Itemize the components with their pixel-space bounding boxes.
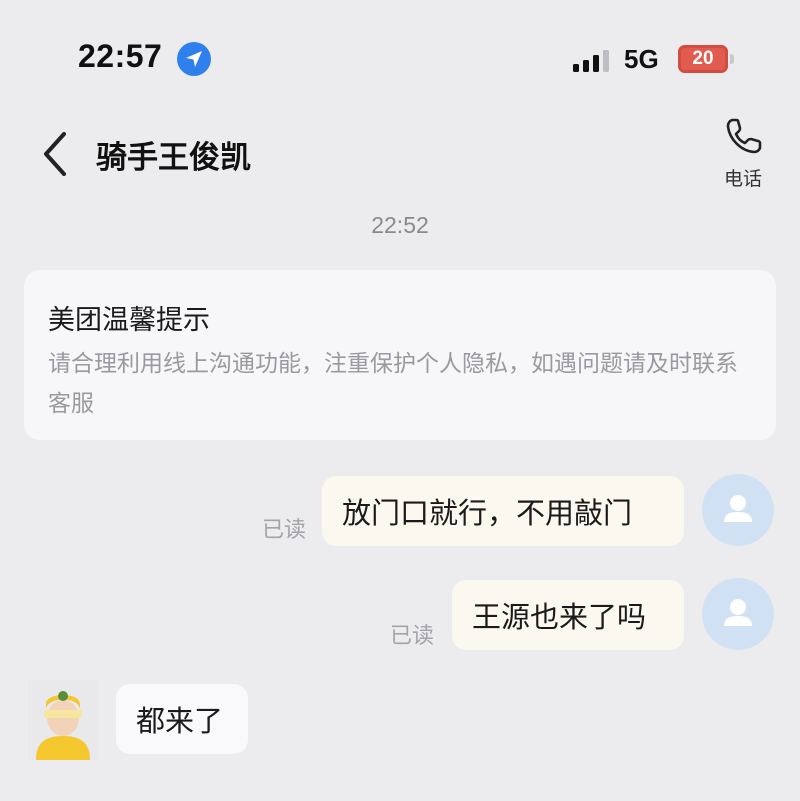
user-avatar-icon [724,599,752,626]
user-avatar-icon[interactable] [702,474,774,546]
battery-cap [730,54,734,64]
status-time: 22:57 [78,38,163,74]
signal-bars-icon [573,50,609,72]
call-button[interactable]: 电话 [712,114,774,194]
network-type: 5G [624,44,659,74]
tips-body: 请合理利用线上沟通功能，注重保护个人隐私，如遇问题请及时联系客服 [48,351,738,417]
call-label: 电话 [723,168,762,190]
user-avatar-icon[interactable] [702,578,774,650]
message-bubble-sent[interactable]: 王源也来了吗 [452,580,684,650]
status-bar: 22:57 5G 20 [0,0,800,110]
message-bubble-received[interactable]: 都来了 [116,684,248,754]
read-status: 已读 [390,624,435,649]
user-avatar-icon [724,495,752,522]
back-chevron-icon[interactable] [36,128,76,180]
page-title: 骑手王俊凯 [96,140,251,176]
message-bubble-sent[interactable]: 放门口就行，不用敲门 [322,476,684,546]
phone-icon [726,118,762,154]
location-arrow-icon [177,42,211,76]
tips-title: 美团温馨提示 [48,305,210,336]
chat-timestamp: 22:52 [371,212,429,238]
read-status: 已读 [262,518,307,543]
rider-avatar[interactable] [28,680,98,760]
battery-level: 20 [692,48,714,69]
tips-card: 美团温馨提示 请合理利用线上沟通功能，注重保护个人隐私，如遇问题请及时联系客服 [24,270,776,440]
